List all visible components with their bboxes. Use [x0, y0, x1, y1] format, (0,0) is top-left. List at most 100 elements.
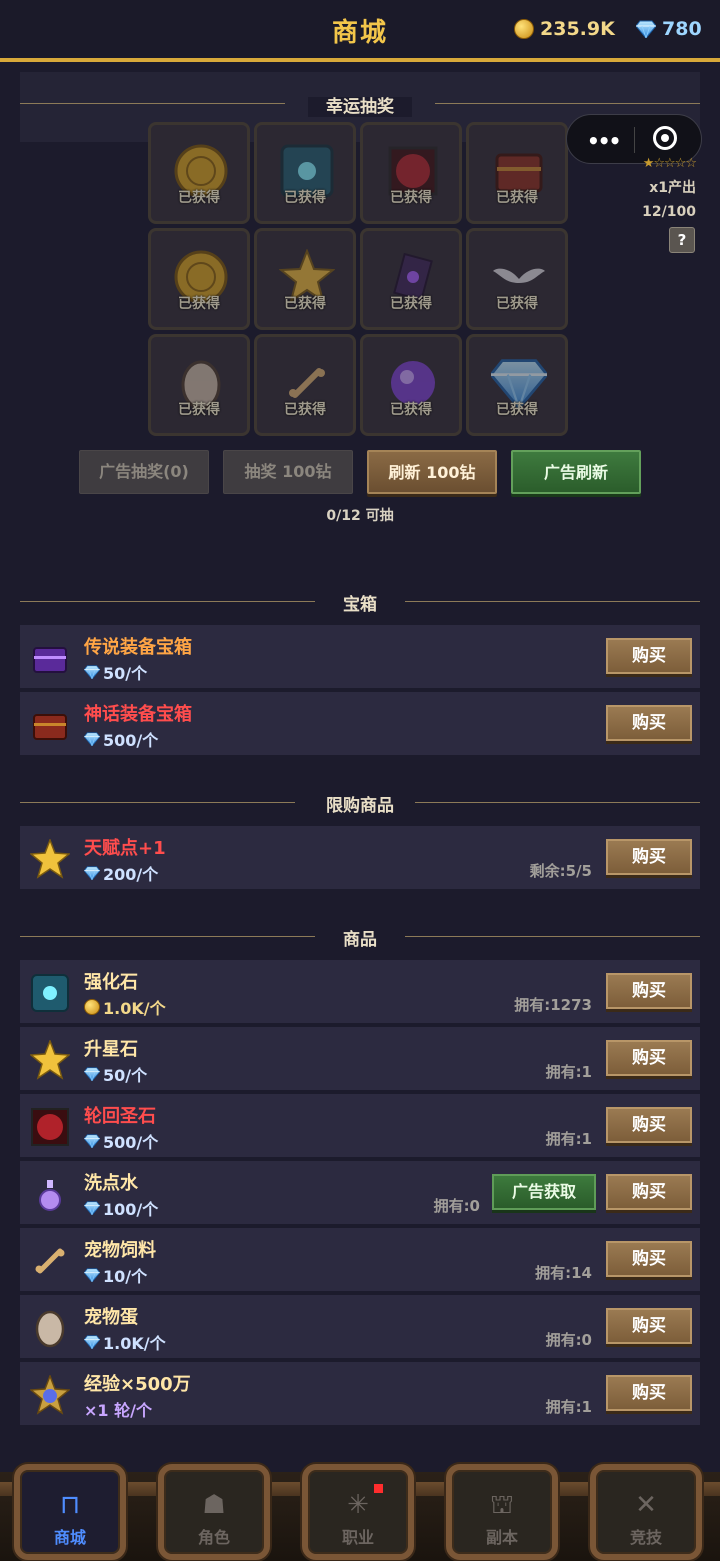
lottery-cell[interactable]: 已获得	[254, 122, 356, 224]
item-name: 宠物饲料	[84, 1240, 156, 1261]
shop-row-legend-chest: 传说装备宝箱 50/个 购买	[20, 625, 700, 688]
owned-count: 拥有:1	[545, 1063, 592, 1081]
shop-row-rebirth-stone: 轮回圣石 500/个 拥有:1 购买	[20, 1094, 700, 1157]
shop-row-pet-egg: 宠物蛋 1.0K/个 拥有:0 购买	[20, 1295, 700, 1358]
more-menu-icon[interactable]: •••	[587, 129, 621, 153]
buy-button[interactable]: 购买	[606, 1174, 692, 1210]
tab-label: 职业	[341, 1528, 374, 1547]
item-price: 500/个	[84, 727, 158, 751]
bone-icon	[35, 1248, 65, 1274]
tab-label: 竞技	[629, 1528, 662, 1547]
gold-coin-icon	[84, 999, 100, 1015]
limited-section-title: 限购商品	[308, 796, 412, 816]
ad-get-button[interactable]: 广告获取	[492, 1174, 596, 1210]
lottery-cell[interactable]: 已获得	[360, 228, 462, 330]
item-price: 1.0K/个	[84, 995, 166, 1019]
lottery-cell[interactable]: 已获得	[466, 334, 568, 436]
item-name: 宠物蛋	[84, 1307, 138, 1328]
top-bar: 商城 235.9K 780	[0, 0, 720, 62]
tab-class[interactable]: ✳ 职业	[302, 1464, 414, 1560]
rebirth-stone-icon	[31, 1108, 69, 1146]
chests-section-title: 宝箱	[325, 595, 395, 615]
owned-count: 拥有:1273	[514, 996, 592, 1014]
notification-badge	[374, 1484, 383, 1493]
shop-row-talent-point: 天赋点+1 200/个 剩余:5/5 购买	[20, 826, 700, 889]
shop-icon: ⊓	[59, 1490, 81, 1520]
tab-character[interactable]: ☗ 角色	[158, 1464, 270, 1560]
limited-section-header: 限购商品	[20, 789, 700, 817]
lottery-cell[interactable]: 已获得	[466, 122, 568, 224]
tab-arena[interactable]: ✕ 竞技	[590, 1464, 702, 1560]
gold-coin-icon	[514, 19, 534, 39]
ad-refresh-button[interactable]: 广告刷新	[511, 450, 641, 494]
item-price: 10/个	[84, 1263, 147, 1287]
lottery-cell[interactable]: 已获得	[148, 334, 250, 436]
item-price: 100/个	[84, 1196, 158, 1220]
help-button[interactable]: ?	[669, 227, 695, 253]
buy-button[interactable]: 购买	[606, 1375, 692, 1411]
tab-dungeon[interactable]: ⛫ 副本	[446, 1464, 558, 1560]
shop-row-reset-potion: 洗点水 100/个 拥有:0 广告获取 购买	[20, 1161, 700, 1224]
buy-button[interactable]: 购买	[606, 973, 692, 1009]
potion-icon	[39, 1180, 61, 1211]
enhance-stone-icon	[31, 974, 69, 1012]
item-name: 强化石	[84, 972, 138, 993]
item-name: 天赋点+1	[84, 838, 166, 859]
obtained-label: 已获得	[496, 402, 538, 418]
obtained-label: 已获得	[178, 402, 220, 418]
owned-count: 拥有:1	[545, 1130, 592, 1148]
item-price: 200/个	[84, 861, 158, 885]
diamond-balance: 780	[636, 18, 702, 40]
lottery-cell[interactable]: 已获得	[360, 122, 462, 224]
lottery-cell[interactable]: 已获得	[148, 122, 250, 224]
star-stone-icon	[30, 839, 70, 879]
character-icon: ☗	[202, 1490, 226, 1520]
obtained-label: 已获得	[178, 190, 220, 206]
lottery-cell[interactable]: 已获得	[466, 228, 568, 330]
item-name: 神话装备宝箱	[84, 704, 192, 725]
lottery-cell[interactable]: 已获得	[254, 334, 356, 436]
buy-button[interactable]: 购买	[606, 1040, 692, 1076]
buy-button[interactable]: 购买	[606, 1241, 692, 1277]
shop-row-star-stone: 升星石 50/个 拥有:1 购买	[20, 1027, 700, 1090]
buy-button[interactable]: 购买	[606, 839, 692, 875]
diamond-icon	[84, 866, 100, 880]
owned-count: 拥有:1	[545, 1398, 592, 1416]
diamond-icon	[84, 1335, 100, 1349]
rarity-stars: ★☆☆☆☆	[642, 156, 697, 171]
shop-row-enhance-stone: 强化石 1.0K/个 拥有:1273 购买	[20, 960, 700, 1023]
lottery-cell[interactable]: 已获得	[254, 228, 356, 330]
gold-balance: 235.9K	[514, 18, 615, 40]
lottery-cell[interactable]: 已获得	[148, 228, 250, 330]
close-target-icon[interactable]	[653, 126, 677, 150]
lottery-grid: 已获得 已获得 已获得 已获得 已获得 已获得 已获得 已获得 已获得 已获得 …	[148, 122, 572, 440]
obtained-label: 已获得	[284, 402, 326, 418]
obtained-label: 已获得	[390, 190, 432, 206]
arena-icon: ✕	[635, 1490, 657, 1520]
refresh-button[interactable]: 刷新 100钻	[367, 450, 497, 494]
item-name: 轮回圣石	[84, 1106, 156, 1127]
chests-section-header: 宝箱	[20, 588, 700, 616]
item-price: 50/个	[84, 1062, 147, 1086]
tab-label: 角色	[197, 1528, 230, 1547]
lottery-section-title: 幸运抽奖	[308, 97, 412, 117]
exp-orb-icon	[30, 1375, 70, 1415]
tab-shop[interactable]: ⊓ 商城	[14, 1464, 126, 1560]
obtained-label: 已获得	[284, 296, 326, 312]
draw-button[interactable]: 抽奖 100钻	[223, 450, 353, 494]
item-price: 500/个	[84, 1129, 158, 1153]
shop-row-pet-food: 宠物饲料 10/个 拥有:14 购买	[20, 1228, 700, 1291]
star-stone-icon	[30, 1040, 70, 1080]
buy-button[interactable]: 购买	[606, 705, 692, 741]
obtained-label: 已获得	[284, 190, 326, 206]
buy-button[interactable]: 购买	[606, 1308, 692, 1344]
item-name: 经验×500万	[84, 1374, 191, 1395]
ad-draw-button[interactable]: 广告抽奖(0)	[79, 450, 209, 494]
diamond-icon	[84, 1134, 100, 1148]
capsule-separator	[634, 127, 635, 153]
obtained-label: 已获得	[496, 190, 538, 206]
buy-button[interactable]: 购买	[606, 638, 692, 674]
buy-button[interactable]: 购买	[606, 1107, 692, 1143]
lottery-progress: 12/100	[642, 204, 696, 220]
lottery-cell[interactable]: 已获得	[360, 334, 462, 436]
